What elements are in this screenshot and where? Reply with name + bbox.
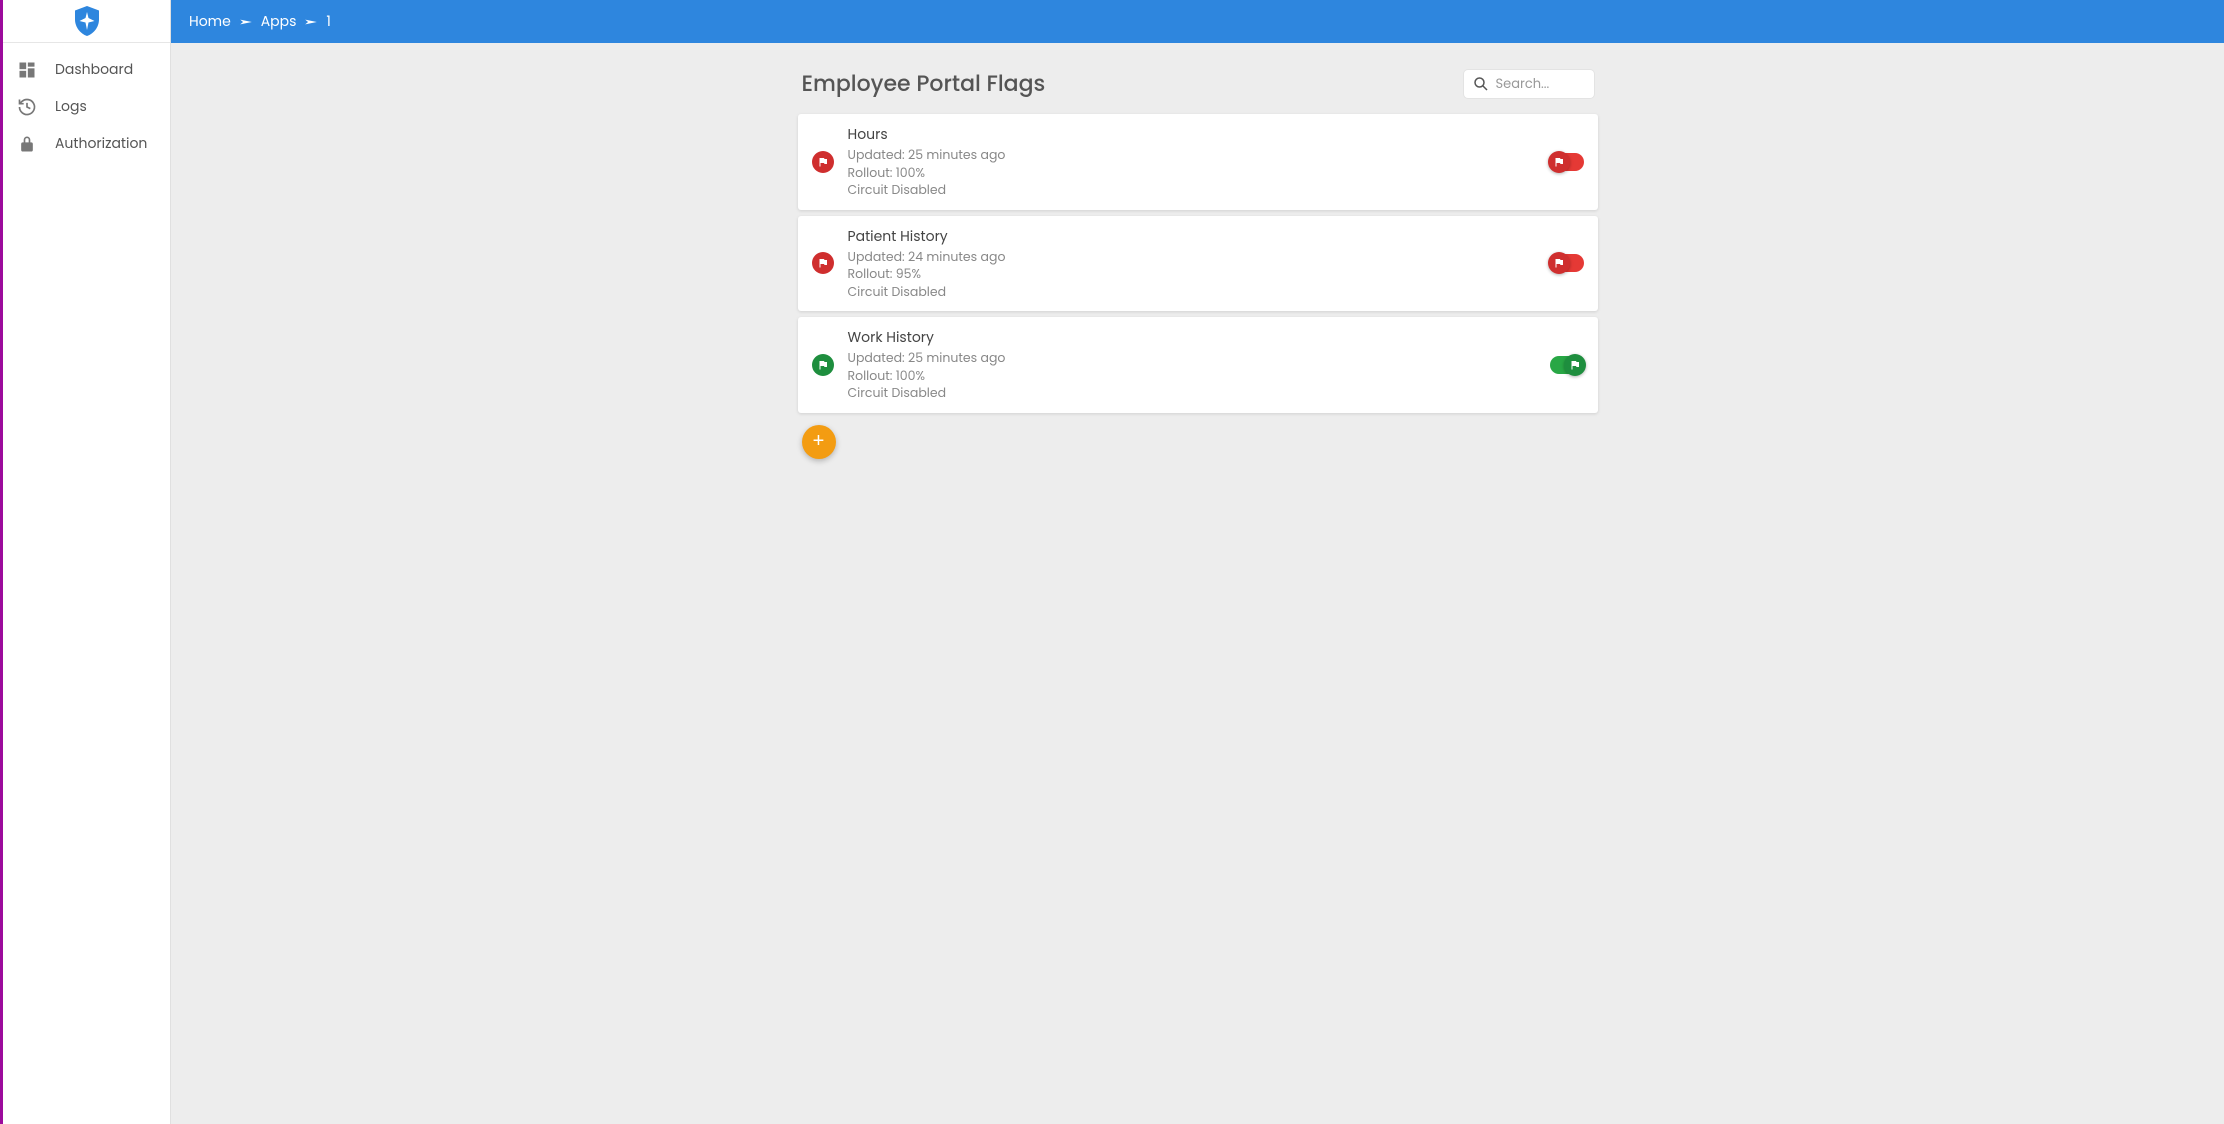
sidebar-item-logs[interactable]: Logs (3, 88, 170, 125)
flag-toggle-knob (1564, 354, 1586, 376)
flag-list: HoursUpdated: 25 minutes agoRollout: 100… (798, 114, 1598, 413)
sidebar-item-authorization[interactable]: Authorization (3, 125, 170, 162)
flag-card[interactable]: Patient History Updated: 24 minutes agoRo… (798, 216, 1598, 312)
sidebar-item-dashboard[interactable]: Dashboard (3, 51, 170, 88)
flag-status-icon (812, 354, 834, 376)
content: Employee Portal Flags Hours Updated: 25 m… (171, 43, 2224, 1124)
history-icon (17, 97, 37, 117)
flag-toggle-knob (1548, 252, 1570, 274)
sidebar-item-label: Authorization (55, 133, 147, 154)
flag-card[interactable]: Hours Updated: 25 minutes agoRollout: 100… (798, 114, 1598, 210)
flag-rollout: Rollout: 100% (848, 368, 1536, 386)
flag-toggle-knob (1548, 151, 1570, 173)
flag-card-body: Work History Updated: 25 minutes agoRollo… (848, 327, 1536, 403)
breadcrumb-id[interactable]: 1 (326, 11, 330, 32)
main: Home Apps 1 Employee Portal Flags (171, 0, 2224, 1124)
sidebar-item-label: Logs (55, 96, 87, 117)
plane-icon (304, 15, 318, 29)
flag-updated: Updated: 24 minutes ago (848, 249, 1536, 267)
breadcrumb: Home Apps 1 (171, 0, 2224, 43)
sidebar-item-label: Dashboard (55, 59, 133, 80)
flag-circuit: Circuit Disabled (848, 385, 1536, 403)
add-flag-button[interactable]: + (802, 425, 836, 459)
flag-status-icon (812, 252, 834, 274)
panel-header: Employee Portal Flags (798, 67, 1598, 100)
search-box[interactable] (1464, 70, 1594, 98)
plus-icon: + (813, 430, 825, 453)
flag-circuit: Circuit Disabled (848, 284, 1536, 302)
flag-card[interactable]: Work History Updated: 25 minutes agoRollo… (798, 317, 1598, 413)
page-title: Employee Portal Flags (802, 67, 1046, 100)
plane-icon (239, 15, 253, 29)
flag-updated: Updated: 25 minutes ago (848, 147, 1536, 165)
breadcrumb-home[interactable]: Home (189, 11, 231, 32)
sidebar: Dashboard Logs Authorization (3, 0, 171, 1124)
logo (3, 0, 170, 43)
flag-name: Hours (848, 124, 1536, 145)
flag-circuit: Circuit Disabled (848, 182, 1536, 200)
flag-rollout: Rollout: 95% (848, 266, 1536, 284)
flag-toggle[interactable] (1550, 356, 1584, 374)
flag-name: Patient History (848, 226, 1536, 247)
flag-toggle[interactable] (1550, 254, 1584, 272)
flag-name: Work History (848, 327, 1536, 348)
search-input[interactable] (1496, 74, 1586, 94)
flag-card-body: Hours Updated: 25 minutes agoRollout: 100… (848, 124, 1536, 200)
flag-card-body: Patient History Updated: 24 minutes agoRo… (848, 226, 1536, 302)
lock-icon (17, 134, 37, 154)
sidebar-nav: Dashboard Logs Authorization (3, 43, 170, 162)
dashboard-icon (17, 60, 37, 80)
flag-status-icon (812, 151, 834, 173)
flag-rollout: Rollout: 100% (848, 165, 1536, 183)
search-icon (1472, 75, 1490, 93)
flags-panel: Employee Portal Flags Hours Updated: 25 m… (798, 67, 1598, 459)
flag-updated: Updated: 25 minutes ago (848, 350, 1536, 368)
shield-plane-icon (69, 3, 105, 39)
flag-toggle[interactable] (1550, 153, 1584, 171)
breadcrumb-apps[interactable]: Apps (261, 11, 297, 32)
